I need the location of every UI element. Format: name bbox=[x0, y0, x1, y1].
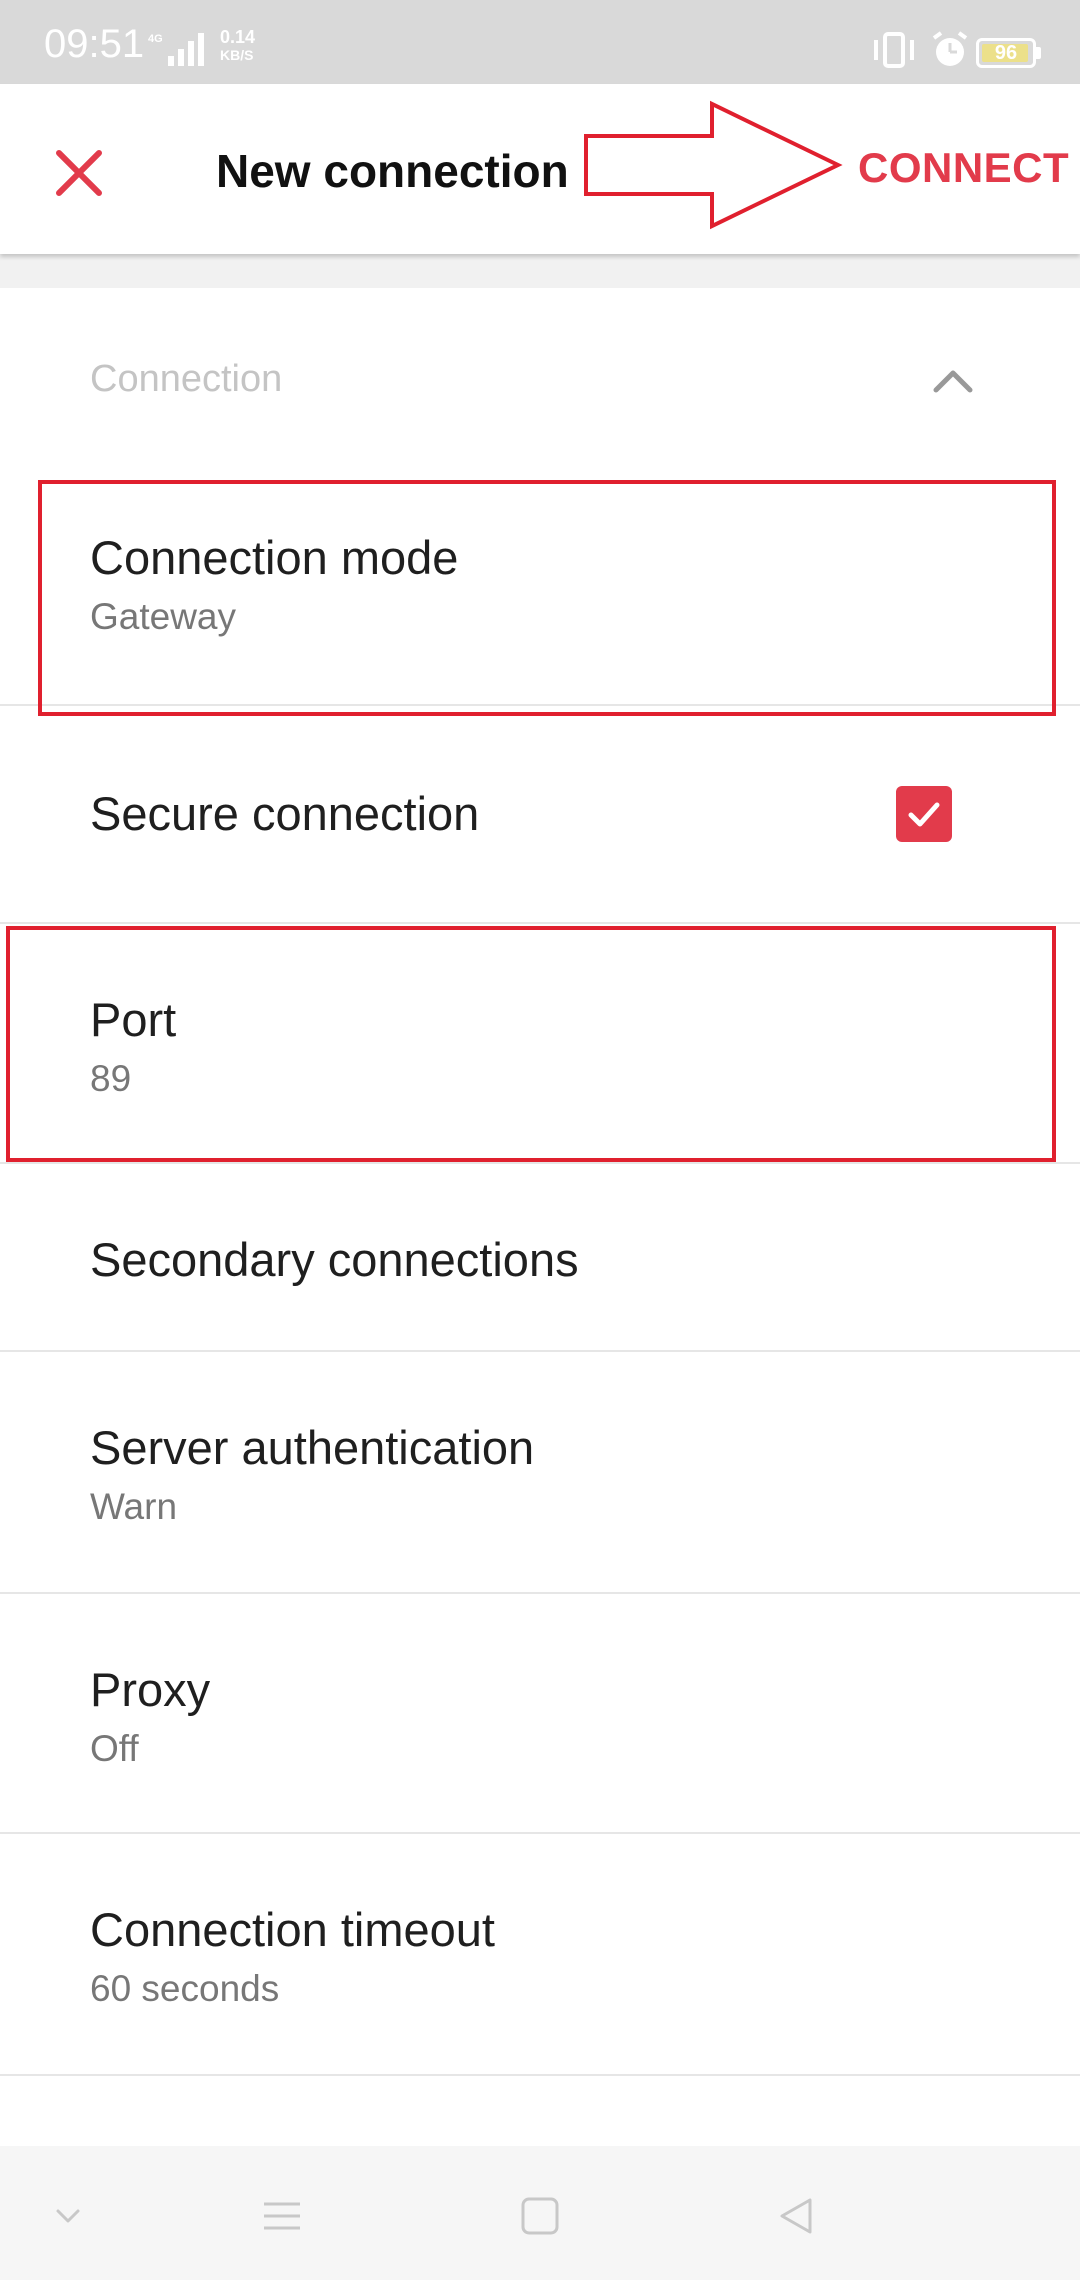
vibrate-icon bbox=[874, 32, 914, 68]
speed-unit: KB/S bbox=[220, 47, 254, 63]
chevron-down-icon bbox=[56, 2209, 80, 2223]
nav-hide-button[interactable] bbox=[38, 2186, 98, 2246]
speed-value: 0.14 bbox=[220, 27, 256, 47]
proxy-value: Off bbox=[90, 1728, 139, 1769]
proxy-row[interactable]: Proxy Off bbox=[0, 1594, 1080, 1834]
proxy-label: Proxy bbox=[90, 1663, 211, 1716]
server-authentication-row[interactable]: Server authentication Warn bbox=[0, 1352, 1080, 1594]
cellular-signal-icon: 4G bbox=[148, 33, 204, 66]
nav-home-button[interactable] bbox=[510, 2186, 570, 2246]
app-bar: New connection CONNECT bbox=[0, 84, 1080, 254]
home-square-icon bbox=[521, 2197, 559, 2235]
connection-timeout-value: 60 seconds bbox=[90, 1968, 280, 2009]
svg-text:4G: 4G bbox=[148, 33, 163, 45]
navigation-bar bbox=[0, 2146, 1080, 2280]
secondary-connections-label: Secondary connections bbox=[90, 1233, 579, 1286]
battery-icon: 96 bbox=[976, 38, 1036, 68]
battery-nub bbox=[1036, 47, 1041, 59]
menu-icon bbox=[264, 2202, 300, 2230]
status-bar: 09:51 4G 0.14 KB/S 96 bbox=[0, 0, 1080, 84]
nav-back-button[interactable] bbox=[766, 2186, 826, 2246]
nav-menu-button[interactable] bbox=[252, 2186, 312, 2246]
connection-timeout-row[interactable]: Connection timeout 60 seconds bbox=[0, 1834, 1080, 2076]
back-triangle-icon bbox=[780, 2198, 812, 2234]
secure-connection-label: Secure connection bbox=[90, 787, 480, 840]
status-time: 09:51 bbox=[44, 22, 145, 66]
page-title: New connection bbox=[216, 145, 569, 197]
network-speed: 0.14 KB/S bbox=[220, 28, 255, 64]
alarm-icon bbox=[932, 31, 968, 66]
server-authentication-value: Warn bbox=[90, 1486, 178, 1527]
secure-connection-checkbox[interactable] bbox=[896, 786, 952, 842]
close-icon bbox=[56, 150, 102, 196]
close-button[interactable] bbox=[44, 138, 114, 208]
chevron-up-icon[interactable] bbox=[928, 360, 978, 400]
divider-strip bbox=[0, 254, 1080, 288]
battery-level: 96 bbox=[994, 42, 1018, 64]
connect-button[interactable]: CONNECT bbox=[858, 144, 1069, 192]
annotation-box-connection-mode bbox=[38, 480, 1056, 716]
section-title: Connection bbox=[90, 358, 283, 400]
annotation-box-port bbox=[6, 926, 1056, 1162]
annotation-arrow bbox=[584, 100, 843, 230]
section-header[interactable]: Connection bbox=[0, 288, 1080, 468]
secondary-connections-row[interactable]: Secondary connections bbox=[0, 1164, 1080, 1352]
checkmark-icon bbox=[908, 802, 940, 827]
connection-timeout-label: Connection timeout bbox=[90, 1903, 495, 1956]
server-authentication-label: Server authentication bbox=[90, 1421, 535, 1474]
